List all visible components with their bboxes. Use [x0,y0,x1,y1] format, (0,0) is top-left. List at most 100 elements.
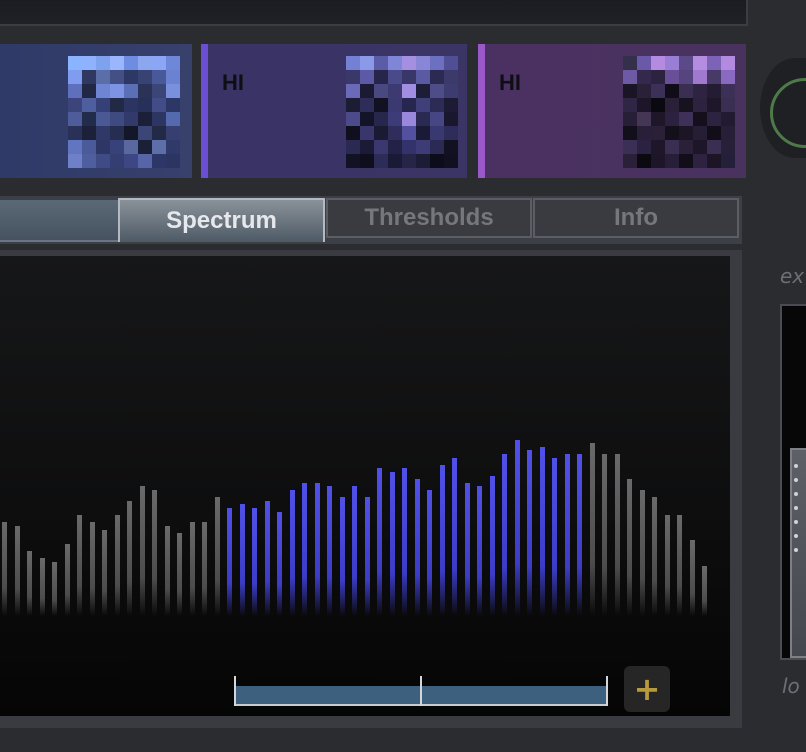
preview-pixel [665,140,679,154]
spectrum-bar-selected [352,486,357,616]
spectrum-bar-selected [414,479,420,616]
spectrum-bar-selected [402,468,407,616]
preview-pixel [388,56,402,70]
spectrum-bar-selected [327,486,332,616]
range-end-handle[interactable] [606,676,608,706]
spectrum-bar-selected [464,483,470,616]
spectrum-bar [77,515,82,616]
preview-pixel [388,70,402,84]
spectrum-bar-selected [289,490,295,616]
spectrum-bar-selected [577,454,582,616]
preview-pixel [623,126,637,140]
preview-pixel [651,154,665,168]
preview-pixel [402,84,416,98]
frequency-range-selector[interactable] [234,676,608,706]
range-start-handle[interactable] [234,676,236,706]
spectrum-bar-selected [489,476,495,616]
spectrum-bar [589,443,595,616]
preview-pixel [707,98,721,112]
band-panel-3[interactable]: HI [478,44,746,178]
range-split-handle[interactable] [420,676,422,706]
preview-pixel [679,140,693,154]
preview-pixel [374,112,388,126]
spectrum-display[interactable]: + [0,256,730,716]
preview-pixel [637,154,651,168]
band-panel-1[interactable] [0,44,192,178]
preview-pixel [444,98,458,112]
preview-pixel [110,126,124,140]
preview-pixel [416,70,430,84]
preview-pixel [374,140,388,154]
preview-pixel [707,140,721,154]
preview-pixel [693,84,707,98]
preview-pixel [96,98,110,112]
spectrum-bar-selected [264,501,270,616]
preview-pixel [110,70,124,84]
add-band-button[interactable]: + [624,666,670,712]
preview-pixel [665,154,679,168]
spectrum-bar [14,526,20,616]
spectrum-bar-selected [277,512,282,616]
preview-pixel [346,98,360,112]
preview-pixel [96,112,110,126]
preview-pixel [110,154,124,168]
level-meter-fill [790,448,806,658]
spectrum-bar [702,566,707,616]
preview-pixel [679,70,693,84]
preview-pixel [82,112,96,126]
preview-pixel [124,140,138,154]
preview-pixel [124,126,138,140]
preview-pixel [693,56,707,70]
spectrum-bar [89,522,95,616]
range-low-segment[interactable] [234,686,422,706]
preview-pixel [707,56,721,70]
spectrum-bar [614,454,620,616]
tab-info[interactable]: Info [533,198,739,238]
spectrum-bar [39,558,45,616]
spectrum-bar [114,515,120,616]
preview-pixel [388,112,402,126]
preview-pixel [623,70,637,84]
preview-pixel [138,70,152,84]
preview-pixel [166,112,180,126]
preview-pixel [388,140,402,154]
preview-pixel [402,112,416,126]
preview-pixel [360,98,374,112]
preview-pixel [138,112,152,126]
preview-pixel [96,70,110,84]
spectrum-bar [214,497,220,616]
preview-pixel [166,126,180,140]
preview-pixel [82,98,96,112]
preview-pixel [346,56,360,70]
preview-pixel [402,70,416,84]
band-panel-2[interactable]: HI [201,44,467,178]
preview-pixel [124,70,138,84]
preview-pixel [402,126,416,140]
preview-pixel [430,126,444,140]
preview-pixel [110,84,124,98]
preview-pixel [388,98,402,112]
preview-pixel [651,98,665,112]
top-strip [0,0,748,26]
preview-pixel [637,112,651,126]
preview-pixel [346,154,360,168]
range-high-segment[interactable] [420,686,608,706]
preview-pixel [360,154,374,168]
preview-pixel [124,154,138,168]
spectrum-bar [664,515,670,616]
preview-pixel [623,84,637,98]
meter-tick [794,492,798,496]
tab-spectrum[interactable]: Spectrum [118,198,325,242]
preview-pixel [374,98,388,112]
preview-pixel [707,112,721,126]
preview-pixel [430,70,444,84]
preview-pixel [402,98,416,112]
preview-pixel [166,98,180,112]
preview-pixel [68,126,82,140]
preview-pixel [707,84,721,98]
preview-pixel [360,84,374,98]
preview-pixel [96,126,110,140]
preview-pixel [721,70,735,84]
side-label-bottom: lo [782,674,800,698]
tab-thresholds[interactable]: Thresholds [326,198,532,238]
